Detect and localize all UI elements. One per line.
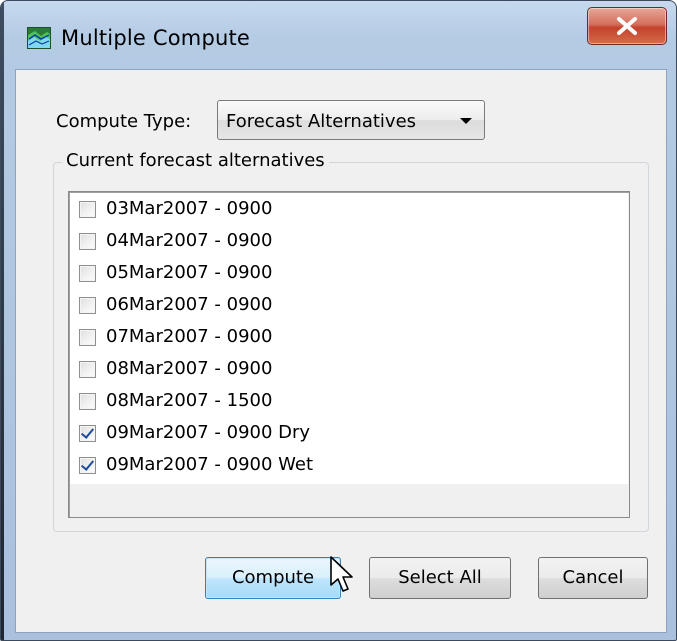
alternative-label: 08Mar2007 - 0900 xyxy=(106,358,273,379)
list-item[interactable]: 03Mar2007 - 0900 xyxy=(79,195,619,226)
close-button[interactable] xyxy=(587,7,667,45)
list-item[interactable]: 08Mar2007 - 0900 xyxy=(79,355,619,386)
alternative-checkbox[interactable] xyxy=(79,393,96,410)
alternative-checkbox[interactable] xyxy=(79,425,96,442)
alternative-label: 04Mar2007 - 0900 xyxy=(106,230,273,251)
alternative-checkbox[interactable] xyxy=(79,233,96,250)
alternative-label: 06Mar2007 - 0900 xyxy=(106,294,273,315)
alternative-checkbox[interactable] xyxy=(79,201,96,218)
chevron-down-icon xyxy=(460,118,472,124)
list-item[interactable]: 09Mar2007 - 0900 Wet xyxy=(79,451,619,482)
alternative-label: 09Mar2007 - 0900 Dry xyxy=(106,422,311,443)
compute-type-value: Forecast Alternatives xyxy=(226,111,417,132)
list-item[interactable]: 09Mar2007 - 0900 Dry xyxy=(79,419,619,450)
alternative-label: 03Mar2007 - 0900 xyxy=(106,198,273,219)
list-item[interactable]: 06Mar2007 - 0900 xyxy=(79,291,619,322)
alternative-checkbox[interactable] xyxy=(79,265,96,282)
compute-button[interactable]: Compute xyxy=(205,557,341,599)
alternative-checkbox[interactable] xyxy=(79,329,96,346)
app-icon xyxy=(27,27,51,49)
alternative-label: 08Mar2007 - 1500 xyxy=(106,390,273,411)
compute-type-dropdown[interactable]: Forecast Alternatives xyxy=(217,100,485,140)
list-item[interactable]: 07Mar2007 - 0900 xyxy=(79,323,619,354)
alternatives-list[interactable]: 03Mar2007 - 0900 04Mar2007 - 0900 05Mar2… xyxy=(68,191,630,518)
close-icon xyxy=(617,17,637,35)
alternative-label: 09Mar2007 - 0900 Wet xyxy=(106,454,314,475)
alternatives-group-title: Current forecast alternatives xyxy=(62,150,329,171)
cancel-button[interactable]: Cancel xyxy=(538,557,648,599)
alternative-label: 07Mar2007 - 0900 xyxy=(106,326,273,347)
title-bar[interactable]: Multiple Compute xyxy=(1,1,676,69)
list-item[interactable]: 05Mar2007 - 0900 xyxy=(79,259,619,290)
multiple-compute-window: Multiple Compute Compute Type: Forecast … xyxy=(0,0,677,641)
list-item[interactable]: 08Mar2007 - 1500 xyxy=(79,387,619,418)
alternative-checkbox[interactable] xyxy=(79,361,96,378)
compute-type-label: Compute Type: xyxy=(56,111,192,132)
list-item[interactable]: 04Mar2007 - 0900 xyxy=(79,227,619,258)
window-title: Multiple Compute xyxy=(61,26,251,50)
alternative-checkbox[interactable] xyxy=(79,457,96,474)
alternative-label: 05Mar2007 - 0900 xyxy=(106,262,273,283)
dialog-body: Compute Type: Forecast Alternatives Curr… xyxy=(15,69,667,633)
alternative-checkbox[interactable] xyxy=(79,297,96,314)
select-all-button[interactable]: Select All xyxy=(369,557,511,599)
